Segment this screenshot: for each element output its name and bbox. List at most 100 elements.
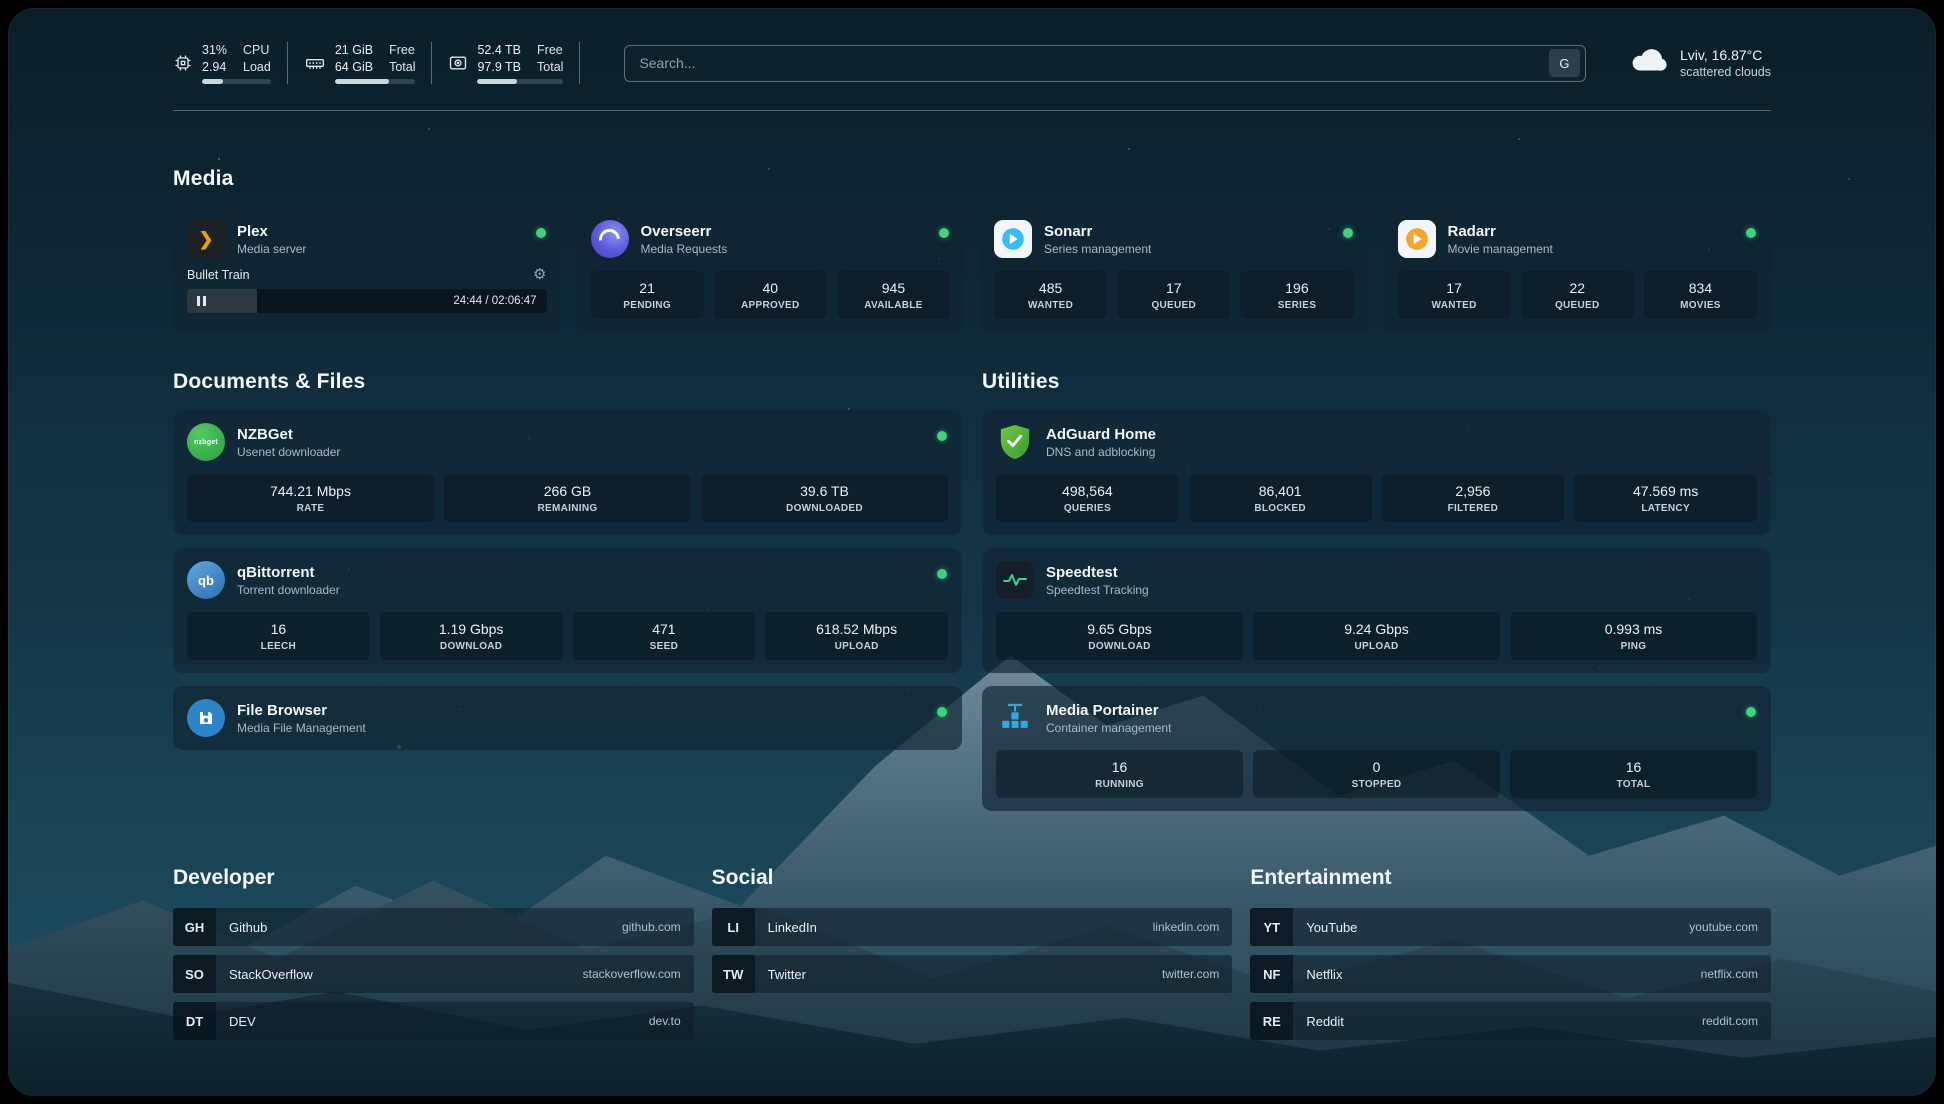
stat-leech: 16 LEECH [187,612,370,660]
adguard-subtitle: DNS and adblocking [1046,445,1156,459]
search-input[interactable] [639,55,1549,71]
speedtest-name: Speedtest [1046,564,1149,581]
search-bar: G [624,45,1586,82]
bookmark-abbr: DT [173,1002,216,1040]
stat-upload: 9.24 Gbps UPLOAD [1253,612,1500,660]
stat-series: 196 SERIES [1240,271,1353,319]
utilities-column: Utilities AdGuard [982,370,1771,824]
bookmark-stackoverflow[interactable]: SO StackOverflow stackoverflow.com [173,955,694,993]
speedtest-subtitle: Speedtest Tracking [1046,583,1149,597]
disk-free-label: Free [537,42,563,58]
top-bar: 31% 2.94 CPU Load [173,40,1771,86]
bookmark-url: linkedin.com [1153,920,1220,934]
overseerr-card[interactable]: Overseerr Media Requests 21 PENDING 40 A… [577,207,965,332]
bookmark-youtube[interactable]: YT YouTube youtube.com [1250,908,1771,946]
overseerr-subtitle: Media Requests [641,242,728,256]
nzbget-icon: nzbget [187,423,225,461]
stat-rate: 744.21 Mbps RATE [187,474,434,522]
bookmark-name: Github [229,920,267,935]
radarr-name: Radarr [1448,223,1553,240]
weather-location: Lviv, 16.87°C [1680,47,1771,63]
bookmark-twitter[interactable]: TW Twitter twitter.com [712,955,1233,993]
bookmark-netflix[interactable]: NF Netflix netflix.com [1250,955,1771,993]
portainer-card[interactable]: Media Portainer Container management 16 … [982,686,1771,811]
nzbget-status-dot [937,431,947,441]
cpu-load-value: 2.94 [202,59,227,75]
radarr-subtitle: Movie management [1448,242,1553,256]
stat-filtered: 2,956 FILTERED [1382,474,1565,522]
stat-queued: 22 QUEUED [1521,271,1634,319]
stat-available: 945 AVAILABLE [837,271,950,319]
ram-free-label: Free [389,42,415,58]
gear-icon[interactable]: ⚙ [533,267,546,282]
bookmark-github[interactable]: GH Github github.com [173,908,694,946]
disk-total-value: 97.9 TB [477,59,521,75]
cpu-metric: 31% 2.94 CPU Load [173,42,288,84]
overseerr-icon [591,220,629,258]
sonarr-name: Sonarr [1044,223,1151,240]
ram-icon [304,53,326,73]
overseerr-name: Overseerr [641,223,728,240]
playback-progress-bar[interactable]: 24:44 / 02:06:47 [187,289,547,313]
speedtest-card[interactable]: Speedtest Speedtest Tracking 9.65 Gbps D… [982,548,1771,673]
bookmark-name: DEV [229,1014,256,1029]
stat-seed: 471 SEED [573,612,756,660]
qbittorrent-name: qBittorrent [237,564,340,581]
radarr-status-dot [1746,228,1756,238]
sonarr-card[interactable]: Sonarr Series management 485 WANTED 17 Q… [980,207,1368,332]
disk-metric: 52.4 TB 97.9 TB Free Total [432,42,580,84]
bookmark-url: dev.to [649,1014,681,1028]
plex-icon: ❯ [187,220,225,258]
bookmark-linkedin[interactable]: LI LinkedIn linkedin.com [712,908,1233,946]
section-title-media: Media [173,167,1771,191]
pause-icon[interactable] [197,296,206,306]
stat-pending: 21 PENDING [591,271,704,319]
sonarr-subtitle: Series management [1044,242,1151,256]
radarr-card[interactable]: Radarr Movie management 17 WANTED 22 QUE… [1384,207,1772,332]
bookmark-abbr: NF [1250,955,1293,993]
plex-card[interactable]: ❯ Plex Media server Bullet Train ⚙ 24:44 [173,207,561,332]
bookmark-reddit[interactable]: RE Reddit reddit.com [1250,1002,1771,1040]
stat-download: 1.19 Gbps DOWNLOAD [380,612,563,660]
sonarr-icon [994,220,1032,258]
bookmark-name: Reddit [1306,1014,1344,1029]
qbittorrent-icon: qb [187,561,225,599]
bookmark-dev[interactable]: DT DEV dev.to [173,1002,694,1040]
adguard-name: AdGuard Home [1046,426,1156,443]
bookmark-group-title-entertainment: Entertainment [1250,866,1771,890]
adguard-card[interactable]: AdGuard Home DNS and adblocking 498,564 … [982,410,1771,535]
bookmark-abbr: RE [1250,1002,1293,1040]
ram-usage-bar-fill [335,79,389,84]
nzbget-card[interactable]: nzbget NZBGet Usenet downloader 744.21 M… [173,410,962,535]
disk-free-value: 52.4 TB [477,42,521,58]
weather-condition: scattered clouds [1680,65,1771,79]
bookmark-group-title-social: Social [712,866,1233,890]
portainer-crane-icon [996,699,1034,737]
stat-movies: 834 MOVIES [1644,271,1757,319]
dashboard-window: 31% 2.94 CPU Load [8,8,1936,1096]
ram-free-value: 21 GiB [335,42,373,58]
now-playing-title: Bullet Train [187,268,250,282]
bookmark-group-title-developer: Developer [173,866,694,890]
bookmark-group-social: Social LI LinkedIn linkedin.com TW Twitt… [712,866,1233,1049]
speedtest-waveform-icon [996,561,1034,599]
disk-icon [448,53,468,73]
bookmark-name: Twitter [768,967,806,982]
cpu-load-label: Load [243,59,271,75]
search-engine-button[interactable]: G [1549,49,1580,77]
stat-queued: 17 QUEUED [1117,271,1230,319]
nzbget-subtitle: Usenet downloader [237,445,340,459]
cpu-icon [173,53,193,73]
bookmark-abbr: TW [712,955,755,993]
stat-stopped: 0 STOPPED [1253,750,1500,798]
overseerr-status-dot [939,228,949,238]
weather-widget: Lviv, 16.87°C scattered clouds [1630,47,1771,80]
stat-approved: 40 APPROVED [714,271,827,319]
ram-total-label: Total [389,59,415,75]
disk-usage-bar [477,79,563,84]
ram-total-value: 64 GiB [335,59,373,75]
bookmark-group-developer: Developer GH Github github.com SO StackO… [173,866,694,1049]
bookmark-url: twitter.com [1162,967,1219,981]
filebrowser-card[interactable]: File Browser Media File Management [173,686,962,750]
qbittorrent-card[interactable]: qb qBittorrent Torrent downloader 16 LEE… [173,548,962,673]
